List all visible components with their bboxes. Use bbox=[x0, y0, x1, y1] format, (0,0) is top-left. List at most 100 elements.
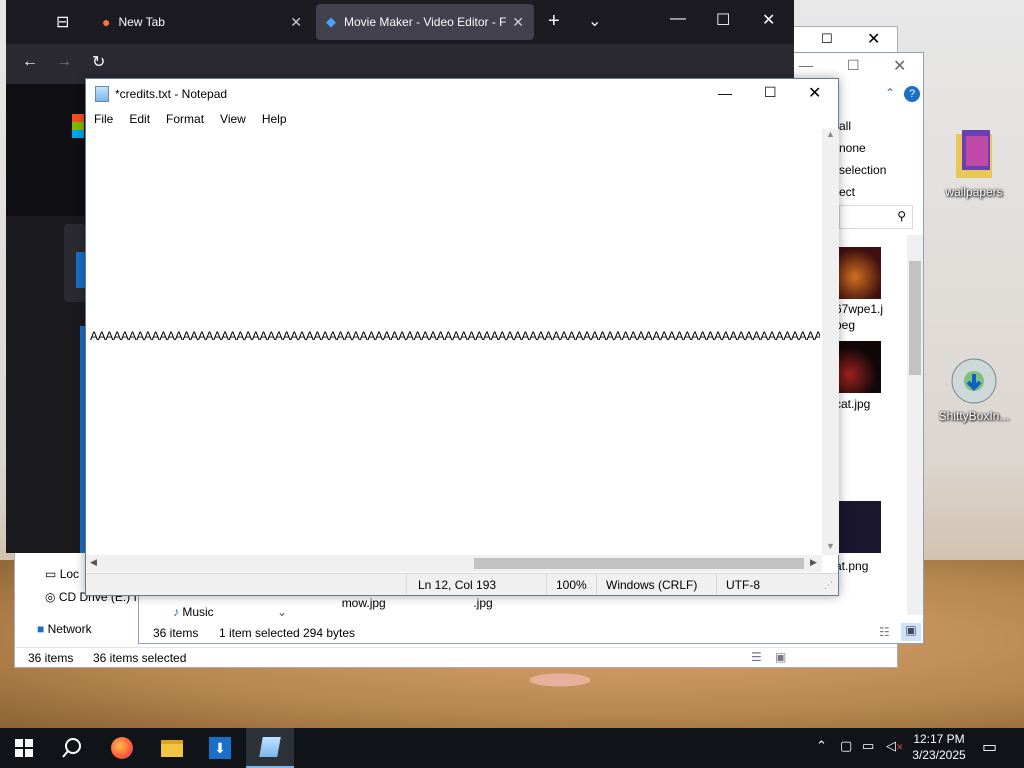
file-thumbnail[interactable] bbox=[835, 501, 881, 553]
device-icon[interactable]: ▢ bbox=[840, 738, 852, 754]
scroll-right-icon[interactable]: ▶ bbox=[810, 557, 817, 568]
scroll-down-icon[interactable]: ▼ bbox=[826, 541, 835, 551]
close-tab-icon[interactable]: ✕ bbox=[512, 14, 524, 31]
reload-icon[interactable]: ↻ bbox=[92, 52, 105, 72]
tiles-view-icon[interactable]: ▣ bbox=[775, 650, 786, 664]
notepad-window[interactable]: *credits.txt - Notepad — ☐ ✕ File Edit F… bbox=[85, 78, 839, 596]
cursor-position: Ln 12, Col 193 bbox=[418, 578, 497, 592]
select-all-button[interactable]: all bbox=[839, 115, 886, 137]
file-name: cat.jpg bbox=[835, 397, 871, 411]
divider bbox=[716, 574, 717, 595]
drive-icon: ▭ bbox=[45, 567, 57, 581]
tab-movie-maker[interactable]: ◆ Movie Maker - Video Editor - F ✕ bbox=[316, 4, 534, 40]
collapse-ribbon-icon[interactable]: ⌃ bbox=[885, 86, 895, 100]
close-tab-icon[interactable]: ✕ bbox=[290, 14, 302, 31]
details-view-icon[interactable]: ☰ bbox=[751, 650, 762, 664]
search-icon: ⚲ bbox=[897, 209, 906, 223]
menu-format[interactable]: Format bbox=[158, 112, 212, 126]
scroll-left-icon[interactable]: ◀ bbox=[90, 557, 97, 568]
taskbar-downloads[interactable]: ⬇ bbox=[196, 728, 244, 768]
file-name: at.png bbox=[835, 559, 869, 573]
search-box[interactable]: ⚲ bbox=[839, 205, 913, 229]
nav-item-local-disk[interactable]: ▭ Loc bbox=[45, 567, 79, 581]
title-bar[interactable]: *credits.txt - Notepad — ☐ ✕ bbox=[86, 79, 838, 109]
window-title: *credits.txt - Notepad bbox=[115, 87, 228, 101]
site-favicon: ◆ bbox=[326, 14, 336, 29]
close-icon[interactable]: ✕ bbox=[808, 83, 821, 103]
minimize-icon[interactable]: — bbox=[718, 85, 732, 101]
volume-muted-icon[interactable]: ◁✕ bbox=[886, 738, 904, 754]
maximize-icon[interactable]: ☐ bbox=[847, 57, 860, 74]
search-button[interactable] bbox=[48, 728, 96, 768]
start-button[interactable] bbox=[0, 728, 48, 768]
desktop-icon-shittybox[interactable]: ShittyBoxIn... bbox=[936, 356, 1012, 423]
scroll-up-icon[interactable]: ▲ bbox=[826, 129, 835, 139]
installer-disc-icon bbox=[951, 358, 997, 404]
network-icon[interactable]: ▭ bbox=[862, 738, 874, 754]
desktop-icon-wallpapers[interactable]: wallpapers bbox=[936, 126, 1012, 199]
nav-scroll-down-icon[interactable]: ⌄ bbox=[277, 605, 287, 619]
select-button[interactable]: ect bbox=[839, 181, 886, 203]
details-view-icon[interactable]: ☷ bbox=[879, 625, 890, 639]
desktop-icon-label: wallpapers bbox=[945, 185, 1003, 199]
file-name: 67wpe1.j peg bbox=[835, 302, 884, 332]
scroll-thumb[interactable] bbox=[909, 261, 921, 375]
nav-label: Music bbox=[182, 605, 214, 619]
menu-help[interactable]: Help bbox=[254, 112, 295, 126]
nav-item-network[interactable]: ■ Network bbox=[37, 622, 92, 636]
tab-new-tab[interactable]: ● New Tab ✕ bbox=[92, 4, 312, 40]
divider bbox=[406, 574, 407, 595]
list-tabs-icon[interactable]: ⌄ bbox=[588, 11, 601, 31]
minimize-icon[interactable]: — bbox=[670, 10, 686, 28]
forward-icon[interactable]: → bbox=[56, 53, 72, 71]
zoom-level: 100% bbox=[556, 578, 587, 592]
minimize-icon[interactable]: — bbox=[799, 57, 813, 73]
taskbar-notepad[interactable] bbox=[246, 728, 294, 768]
maximize-icon[interactable]: ☐ bbox=[764, 84, 777, 101]
close-icon[interactable]: ✕ bbox=[893, 56, 906, 76]
new-tab-icon[interactable]: + bbox=[548, 10, 560, 33]
clock-date: 3/23/2025 bbox=[912, 748, 966, 762]
tiles-view-icon[interactable]: ▣ bbox=[901, 623, 921, 641]
notepad-icon bbox=[259, 737, 281, 757]
scroll-thumb[interactable] bbox=[474, 558, 804, 569]
file-thumbnail[interactable] bbox=[835, 247, 881, 299]
taskbar-firefox[interactable] bbox=[98, 728, 146, 768]
taskbar-file-explorer[interactable] bbox=[148, 728, 196, 768]
invert-selection-button[interactable]: selection bbox=[839, 159, 886, 181]
network-icon: ■ bbox=[37, 622, 45, 636]
close-icon[interactable]: ✕ bbox=[867, 29, 880, 49]
status-bar: 36 items 1 item selected 294 bytes ☷ ▣ bbox=[139, 623, 923, 643]
vertical-scrollbar[interactable]: ▲ ▼ bbox=[822, 129, 839, 555]
item-count: 36 items bbox=[153, 626, 199, 640]
show-hidden-icons[interactable]: ⌃ bbox=[816, 738, 827, 754]
maximize-icon[interactable]: ☐ bbox=[821, 31, 833, 47]
notifications-icon[interactable]: ▭ bbox=[982, 737, 997, 757]
menu-file[interactable]: File bbox=[86, 112, 121, 126]
menu-view[interactable]: View bbox=[212, 112, 254, 126]
nav-label: Loc bbox=[59, 567, 80, 581]
clock-time: 12:17 PM bbox=[913, 732, 965, 746]
select-none-button[interactable]: none bbox=[839, 137, 886, 159]
menu-bar: File Edit Format View Help bbox=[86, 109, 838, 129]
back-icon[interactable]: ← bbox=[22, 53, 38, 71]
menu-edit[interactable]: Edit bbox=[121, 112, 158, 126]
file-thumbnail[interactable] bbox=[835, 341, 881, 393]
text-editor[interactable]: AAAAAAAAAAAAAAAAAAAAAAAAAAAAAAAAAAAAAAAA… bbox=[86, 129, 822, 605]
editor-text: AAAAAAAAAAAAAAAAAAAAAAAAAAAAAAAAAAAAAAAA… bbox=[90, 329, 820, 343]
tab-overview-icon[interactable]: ⊟ bbox=[56, 12, 69, 32]
vertical-scrollbar[interactable] bbox=[907, 235, 923, 615]
notepad-icon bbox=[95, 86, 109, 102]
close-icon[interactable]: ✕ bbox=[762, 10, 775, 30]
resize-grip-icon[interactable]: ⋰ bbox=[824, 580, 833, 591]
desktop-icon-label: ShittyBoxIn... bbox=[938, 409, 1010, 423]
clock[interactable]: 12:17 PM 3/23/2025 bbox=[904, 731, 974, 763]
maximize-icon[interactable]: ☐ bbox=[716, 10, 730, 30]
divider bbox=[596, 574, 597, 595]
selection-count: 36 items selected bbox=[93, 651, 187, 665]
nav-item-music[interactable]: ♪ Music bbox=[173, 605, 214, 619]
firefox-icon bbox=[111, 737, 133, 759]
horizontal-scrollbar[interactable]: ◀ ▶ bbox=[86, 555, 822, 572]
firefox-icon: ● bbox=[102, 14, 111, 30]
help-icon[interactable]: ? bbox=[904, 86, 920, 102]
